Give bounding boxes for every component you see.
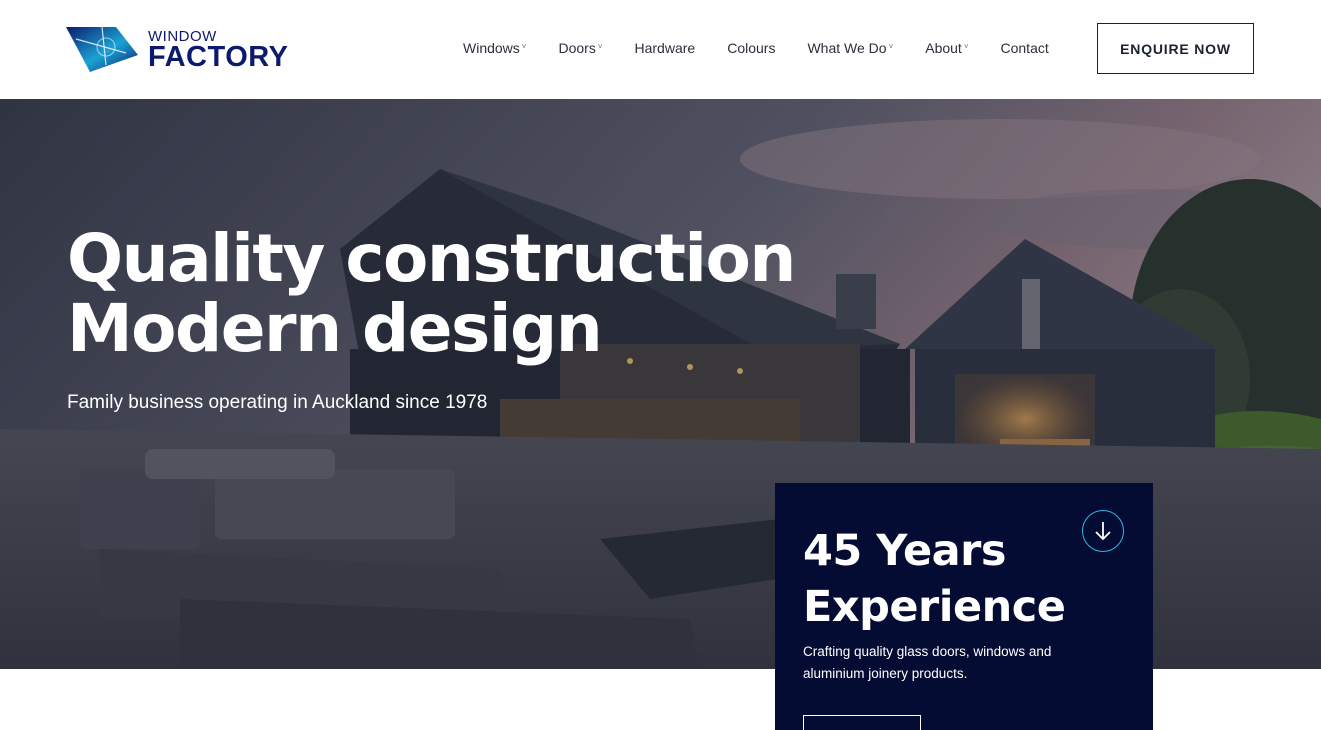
scroll-down-button[interactable] — [1082, 510, 1124, 552]
nav-item-doors[interactable]: Doors ˅ — [558, 40, 602, 56]
nav-item-label: Contact — [1000, 40, 1049, 56]
experience-card: 45 Years Experience Crafting quality gla… — [775, 483, 1153, 730]
nav-item-label: Windows — [463, 40, 520, 56]
nav-item-label: About — [925, 40, 962, 56]
hero-subtitle: Family business operating in Auckland si… — [67, 392, 488, 413]
nav-item-hardware[interactable]: Hardware — [635, 40, 696, 56]
chevron-down-icon: ˅ — [963, 41, 969, 51]
nav-item-label: Colours — [727, 40, 776, 56]
brand-wordmark: WINDOW FACTORY — [148, 27, 288, 72]
nav-item-what-we-do[interactable]: What We Do ˅ — [807, 40, 893, 56]
main-nav: Windows ˅ Doors ˅ Hardware Colours What … — [463, 40, 1049, 56]
enquire-now-button[interactable]: ENQUIRE NOW — [1097, 23, 1254, 74]
chevron-down-icon: ˅ — [597, 41, 603, 51]
site-header: WINDOW FACTORY Windows ˅ Doors ˅ Hardwar… — [0, 0, 1321, 99]
nav-item-label: Doors — [558, 40, 596, 56]
nav-item-windows[interactable]: Windows ˅ — [463, 40, 526, 56]
nav-item-label: Hardware — [634, 40, 696, 56]
chevron-down-icon: ˅ — [521, 41, 527, 51]
card-title-line2: Experience — [803, 582, 1066, 632]
brand-bottom: FACTORY — [148, 40, 289, 73]
card-title: 45 Years Experience — [803, 523, 1066, 635]
hero-title-line1: Quality construction — [67, 220, 796, 297]
card-title-line1: 45 Years — [803, 526, 1006, 576]
card-description: Crafting quality glass doors, windows an… — [803, 644, 1052, 681]
nav-item-about[interactable]: About ˅ — [925, 40, 968, 56]
nav-item-label: What We Do — [807, 40, 887, 56]
hero-title-line2: Modern design — [67, 290, 603, 367]
arrow-down-icon — [1095, 522, 1111, 541]
window-factory-logo-icon — [66, 26, 138, 72]
nav-item-contact[interactable]: Contact — [1001, 40, 1049, 56]
card-button[interactable] — [803, 715, 921, 730]
chevron-down-icon: ˅ — [888, 41, 894, 51]
nav-item-colours[interactable]: Colours — [727, 40, 775, 56]
hero-title: Quality construction Modern design — [67, 220, 796, 367]
brand-logo[interactable]: WINDOW FACTORY — [66, 24, 306, 74]
